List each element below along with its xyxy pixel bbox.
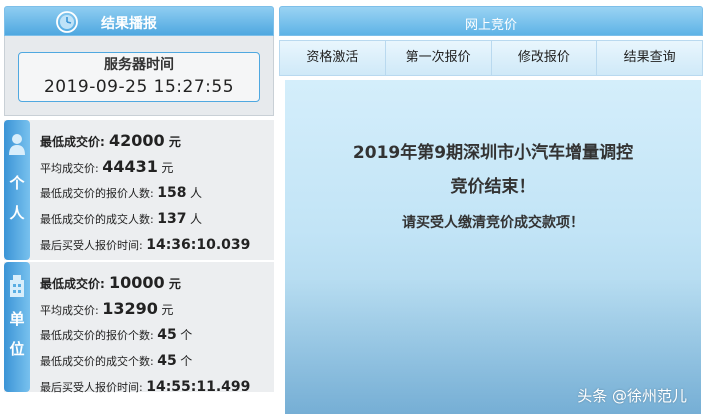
personal-last-time-value: 14:36:10.039 — [146, 237, 251, 253]
unit-side-tab: 单 位 — [4, 262, 30, 392]
unit-avg-price-label: 平均成交价: — [40, 304, 99, 317]
personal-tab-char-1: 个 — [9, 174, 25, 192]
unit-avg-price-value: 13290 — [102, 299, 158, 318]
bidding-message-ended: 竞价结束！ — [450, 177, 536, 197]
unit-bid-count-row: 最低成交价的报价个数: 45 个 — [40, 322, 250, 348]
personal-result-section: 个 人 最低成交价: 42000 元 平均成交价: 44431 元 最低成交价的… — [4, 120, 274, 260]
personal-tab-char-2: 人 — [9, 204, 25, 222]
unit-deal-count-value: 45 — [157, 353, 177, 369]
unit-bid-count-unit: 个 — [180, 328, 193, 342]
online-bidding-title: 网上竞价 — [464, 18, 517, 33]
personal-avg-price-value: 44431 — [102, 157, 158, 176]
personal-last-time-row: 最后买受人报价时间: 14:36:10.039 — [40, 232, 250, 258]
server-time-label: 服务器时间 — [104, 57, 174, 73]
bidding-tabs: 资格激活 第一次报价 修改报价 结果查询 — [279, 40, 703, 76]
unit-min-price-row: 最低成交价: 10000 元 — [40, 270, 250, 296]
unit-tab-char-1: 单 — [9, 310, 25, 328]
result-broadcast-panel: 结果播报 服务器时间 2019-09-25 15:27:55 个 人 最低成交价… — [4, 6, 274, 414]
tab-result-query[interactable]: 结果查询 — [597, 41, 702, 75]
personal-avg-price-unit: 元 — [161, 161, 174, 175]
personal-tab-label: 个 人 — [4, 168, 30, 228]
personal-deal-count-unit: 人 — [189, 212, 202, 226]
person-icon — [9, 134, 25, 155]
personal-avg-price-row: 平均成交价: 44431 元 — [40, 154, 250, 180]
unit-min-price-value: 10000 — [109, 273, 165, 292]
personal-last-time-label: 最后买受人报价时间: — [40, 239, 143, 252]
unit-deal-count-unit: 个 — [180, 354, 193, 368]
building-icon — [10, 275, 24, 297]
personal-side-tab: 个 人 — [4, 120, 30, 260]
server-time-box: 服务器时间 2019-09-25 15:27:55 — [4, 36, 274, 116]
clock-icon — [56, 11, 78, 33]
unit-result-section: 单 位 最低成交价: 10000 元 平均成交价: 13290 元 最低成交价的… — [4, 262, 274, 395]
server-time-frame: 服务器时间 2019-09-25 15:27:55 — [18, 52, 260, 102]
personal-bid-count-row: 最低成交价的报价人数: 158 人 — [40, 180, 250, 206]
tab-qualification-activation[interactable]: 资格激活 — [280, 41, 386, 75]
bidding-message-area: 2019年第9期深圳市小汽车增量调控 竞价结束！ 请买受人缴清竞价成交款项！ 头… — [285, 80, 701, 414]
personal-min-price-value: 42000 — [109, 131, 165, 150]
unit-last-time-row: 最后买受人报价时间: 14:55:11.499 — [40, 374, 250, 400]
bidding-message-title: 2019年第9期深圳市小汽车增量调控 — [352, 143, 634, 163]
bidding-message-payment: 请买受人缴清竞价成交款项！ — [402, 215, 584, 231]
unit-deal-count-row: 最低成交价的成交个数: 45 个 — [40, 348, 250, 374]
tab-first-bid[interactable]: 第一次报价 — [386, 41, 492, 75]
personal-min-price-label: 最低成交价: — [40, 135, 105, 149]
unit-deal-count-label: 最低成交价的成交个数: — [40, 355, 154, 368]
watermark-text: 头条 @徐州范儿 — [577, 387, 687, 405]
personal-stats: 最低成交价: 42000 元 平均成交价: 44431 元 最低成交价的报价人数… — [40, 128, 250, 258]
unit-stats: 最低成交价: 10000 元 平均成交价: 13290 元 最低成交价的报价个数… — [40, 270, 250, 400]
personal-deal-count-row: 最低成交价的成交人数: 137 人 — [40, 206, 250, 232]
online-bidding-header: 网上竞价 — [279, 6, 703, 36]
unit-tab-char-2: 位 — [9, 340, 25, 358]
personal-bid-count-label: 最低成交价的报价人数: — [40, 187, 154, 200]
tab-modify-bid[interactable]: 修改报价 — [492, 41, 598, 75]
result-broadcast-header: 结果播报 — [4, 6, 274, 36]
online-bidding-panel: 网上竞价 资格激活 第一次报价 修改报价 结果查询 2019年第9期深圳市小汽车… — [279, 6, 703, 414]
watermark: 头条 @徐州范儿 — [577, 385, 687, 406]
unit-min-price-label: 最低成交价: — [40, 277, 105, 291]
unit-last-time-value: 14:55:11.499 — [146, 379, 251, 395]
unit-avg-price-row: 平均成交价: 13290 元 — [40, 296, 250, 322]
personal-min-price-unit: 元 — [168, 135, 181, 149]
personal-bid-count-unit: 人 — [189, 186, 202, 200]
unit-last-time-label: 最后买受人报价时间: — [40, 381, 143, 394]
personal-avg-price-label: 平均成交价: — [40, 162, 99, 175]
unit-avg-price-unit: 元 — [161, 303, 174, 317]
personal-min-price-row: 最低成交价: 42000 元 — [40, 128, 250, 154]
unit-min-price-unit: 元 — [168, 277, 181, 291]
personal-deal-count-label: 最低成交价的成交人数: — [40, 213, 154, 226]
result-broadcast-title: 结果播报 — [101, 16, 157, 32]
unit-bid-count-label: 最低成交价的报价个数: — [40, 329, 154, 342]
personal-bid-count-value: 158 — [157, 185, 187, 201]
personal-deal-count-value: 137 — [157, 211, 187, 227]
unit-bid-count-value: 45 — [157, 327, 177, 343]
server-time-value: 2019-09-25 15:27:55 — [43, 77, 235, 97]
unit-tab-label: 单 位 — [4, 304, 30, 364]
